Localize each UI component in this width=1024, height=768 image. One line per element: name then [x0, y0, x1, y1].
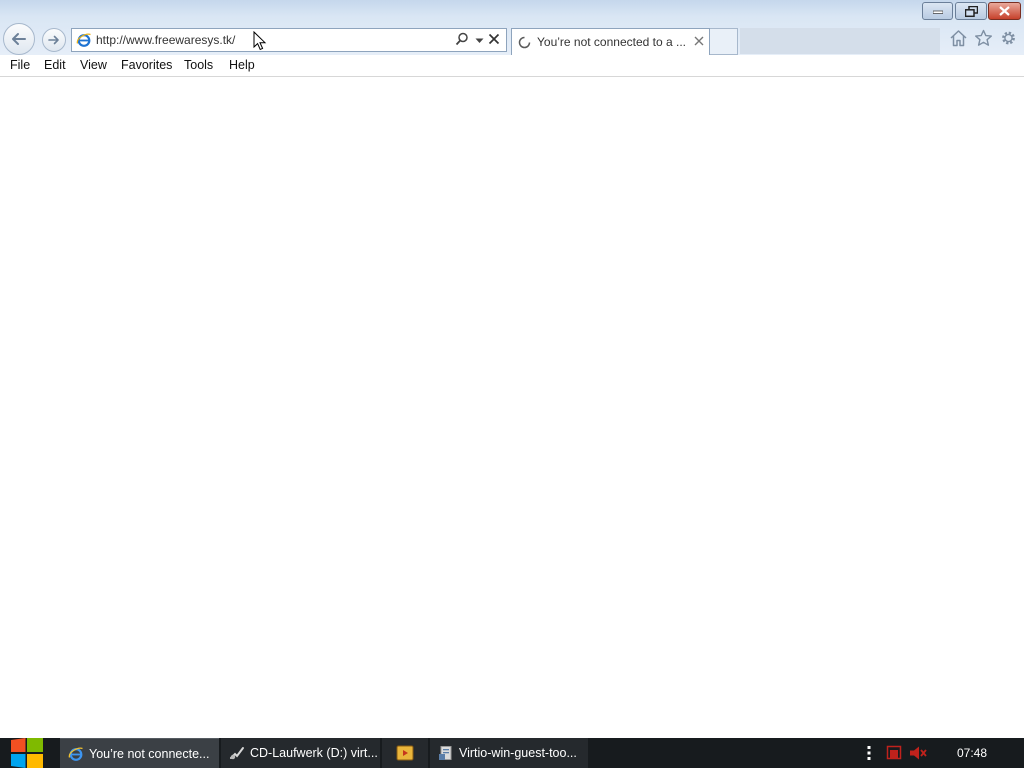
back-button[interactable]: [3, 23, 35, 55]
taskbar: You’re not connecte... CD-Laufwerk (D:) …: [0, 738, 1024, 768]
tray-overflow-button[interactable]: [866, 738, 872, 768]
browser-toolbar: http://www.freewaresys.tk/ You’re not co…: [0, 0, 1024, 55]
tray-volume[interactable]: [909, 738, 928, 768]
tab-strip-empty: [740, 28, 940, 54]
minimize-icon: [932, 10, 943, 14]
installer-icon: [439, 746, 452, 760]
more-dots-icon: [867, 746, 871, 760]
address-url[interactable]: http://www.freewaresys.tk/: [96, 33, 235, 47]
close-icon: [999, 6, 1010, 16]
tab-active[interactable]: You’re not connected to a ...: [511, 28, 710, 55]
media-player-icon: [396, 745, 414, 761]
mouse-cursor-icon: [253, 31, 267, 51]
taskbar-item-media-player[interactable]: [382, 738, 428, 768]
back-arrow-icon: [12, 33, 26, 45]
menu-view[interactable]: View: [80, 58, 107, 72]
address-bar[interactable]: http://www.freewaresys.tk/: [71, 28, 507, 52]
chevron-down-icon[interactable]: [475, 38, 484, 44]
stop-icon[interactable]: [488, 33, 500, 45]
network-disconnected-icon: [886, 745, 902, 760]
search-icon[interactable]: [455, 32, 469, 46]
restore-icon: [964, 5, 978, 17]
clock[interactable]: 07:48: [950, 746, 994, 760]
taskbar-item-internet-explorer[interactable]: You’re not connecte...: [60, 738, 219, 768]
taskbar-item-label: You’re not connecte...: [89, 746, 210, 761]
restore-button[interactable]: [955, 2, 987, 20]
cd-drive-icon: [230, 747, 244, 760]
taskbar-item-label: Virtio-win-guest-too...: [459, 746, 577, 760]
taskbar-item-virtio-installer[interactable]: Virtio-win-guest-too...: [430, 738, 588, 768]
menu-file[interactable]: File: [10, 58, 30, 72]
tab-title: You’re not connected to a ...: [537, 35, 686, 49]
forward-arrow-icon: [48, 35, 59, 45]
volume-muted-icon: [910, 746, 927, 760]
forward-button[interactable]: [42, 28, 66, 52]
internet-explorer-icon: [68, 747, 83, 761]
menu-edit[interactable]: Edit: [44, 58, 66, 72]
gear-icon[interactable]: [999, 29, 1018, 47]
taskbar-item-cd-drive[interactable]: CD-Laufwerk (D:) virt...: [221, 738, 380, 768]
page-content[interactable]: [0, 77, 1024, 738]
close-button[interactable]: [988, 2, 1021, 20]
tray-network[interactable]: [886, 738, 903, 768]
tab-close-icon[interactable]: [694, 36, 704, 46]
home-icon[interactable]: [949, 29, 968, 47]
new-tab-button[interactable]: [710, 28, 738, 55]
start-button[interactable]: [10, 738, 44, 768]
favorites-star-icon[interactable]: [974, 29, 993, 47]
windows-logo-icon: [11, 738, 43, 768]
minimize-button[interactable]: [922, 2, 953, 20]
menu-tools[interactable]: Tools: [184, 58, 213, 72]
menu-bar: File Edit View Favorites Tools Help: [0, 55, 1024, 77]
loading-spinner-icon: [518, 36, 531, 49]
menu-favorites[interactable]: Favorites: [121, 58, 172, 72]
internet-explorer-icon: [76, 33, 91, 47]
menu-help[interactable]: Help: [229, 58, 255, 72]
taskbar-item-label: CD-Laufwerk (D:) virt...: [250, 746, 378, 760]
